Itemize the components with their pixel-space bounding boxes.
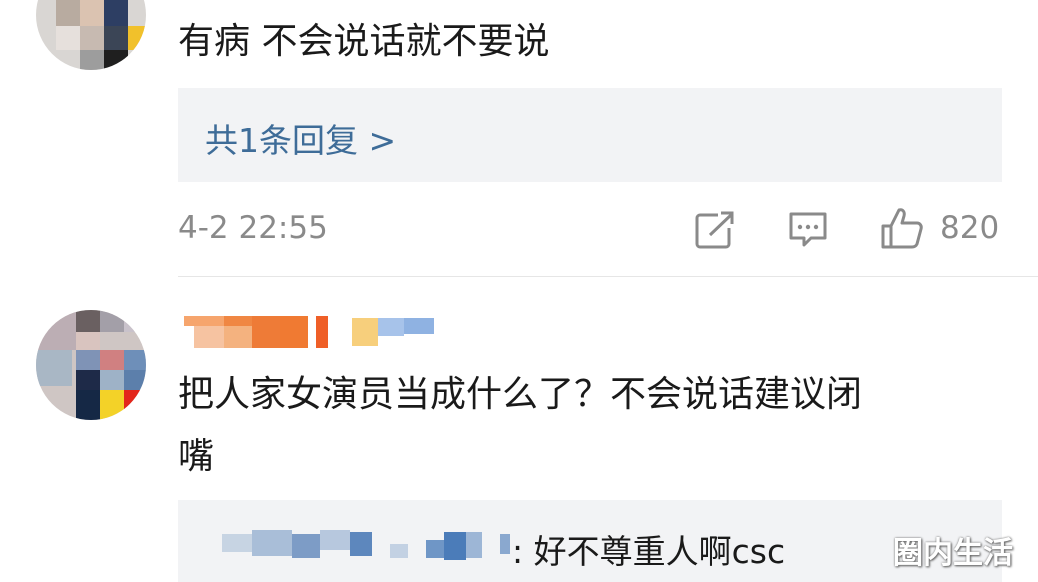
avatar[interactable]	[36, 0, 146, 70]
thumbs-up-icon	[881, 208, 923, 249]
comment-timestamp: 4-2 22:55	[178, 210, 328, 246]
comment-icon	[789, 212, 827, 247]
replies-panel[interactable]: 共1条回复 >	[178, 88, 1002, 182]
like-count: 820	[940, 210, 1000, 246]
avatar[interactable]	[36, 310, 146, 420]
reply-preview-panel[interactable]: : 好不尊重人啊csc	[178, 500, 1002, 582]
watermark: 圈内生活	[893, 536, 1013, 571]
comment-text: 有病 不会说话就不要说	[178, 21, 550, 62]
comment-text: 把人家女演员当成什么了？不会说话建议闭	[178, 374, 863, 415]
username[interactable]	[184, 314, 444, 348]
comment-text-continued: 嘴	[178, 436, 215, 477]
comment-button[interactable]	[787, 210, 829, 250]
share-button[interactable]	[694, 210, 736, 250]
view-replies-link[interactable]: 共1条回复 >	[205, 114, 396, 162]
like-button[interactable]: 820	[880, 206, 1005, 252]
reply-preview-text: : 好不尊重人啊csc	[512, 532, 786, 571]
divider	[178, 276, 1038, 277]
reply-author[interactable]	[222, 528, 512, 564]
share-icon	[695, 211, 734, 249]
